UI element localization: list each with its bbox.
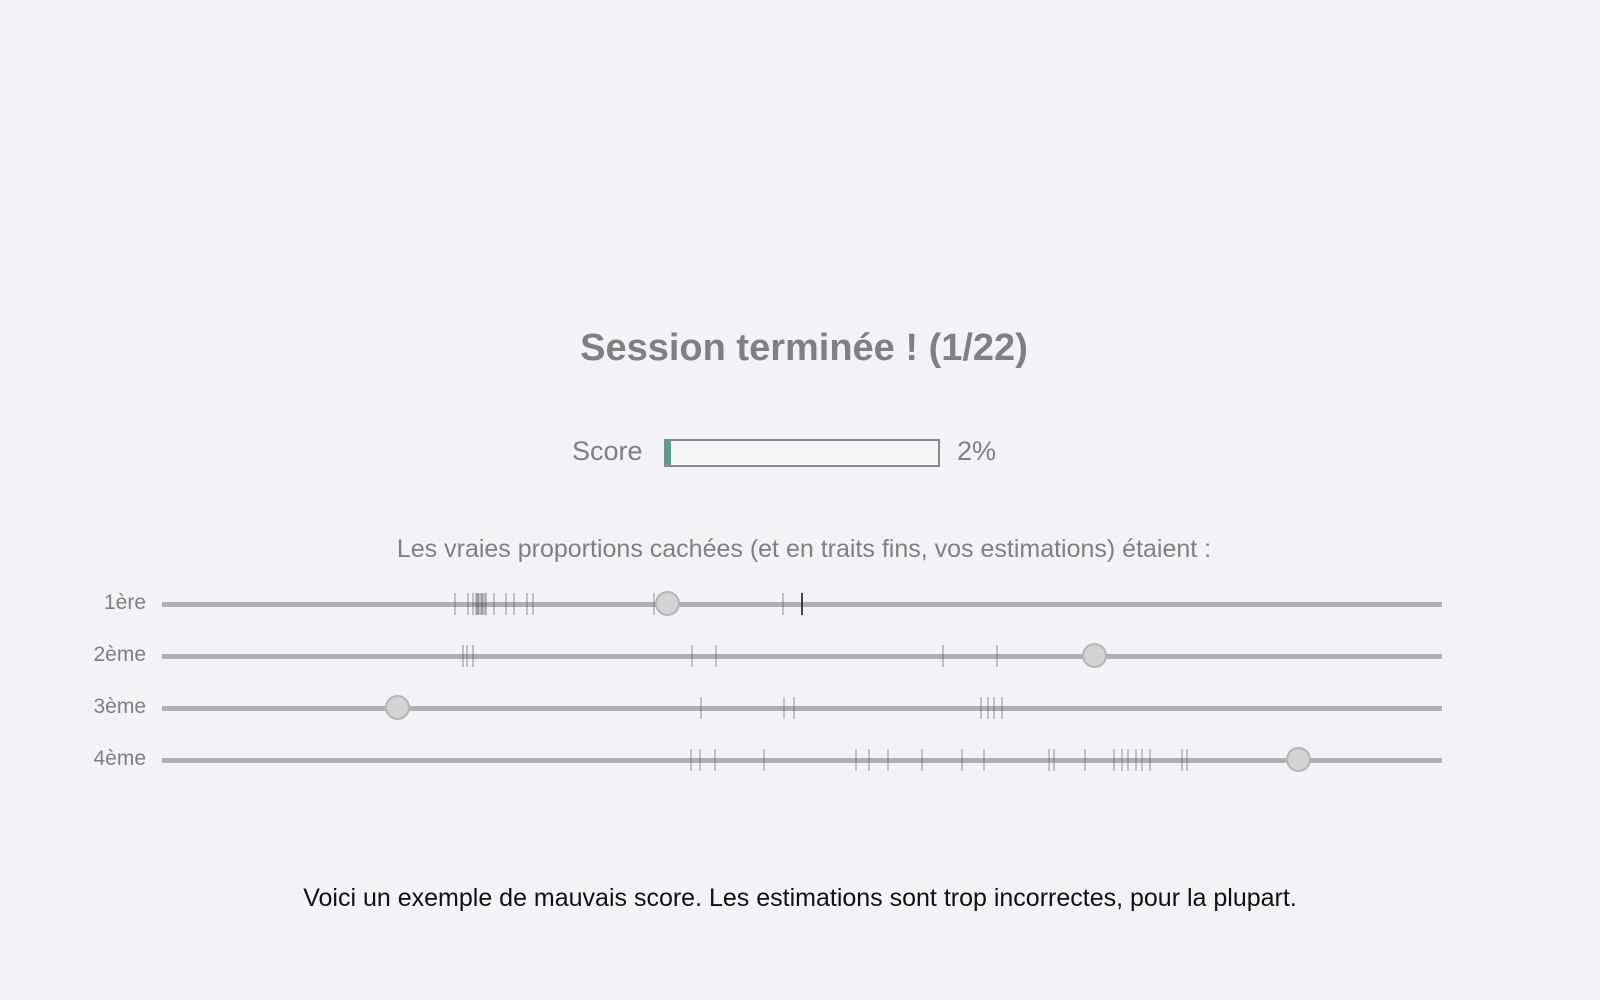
estimate-tick	[461, 645, 464, 667]
estimate-tick	[715, 645, 718, 667]
true-proportion-marker	[1082, 643, 1108, 668]
results-screen: Session terminée ! (1/22) Score 2% Les v…	[0, 0, 1600, 1000]
estimate-tick	[699, 697, 702, 719]
estimate-tick	[492, 593, 495, 615]
estimate-tick-highlight	[801, 593, 803, 615]
estimate-tick	[472, 645, 475, 667]
row-label: 2ème	[93, 643, 146, 666]
estimate-tick	[465, 645, 468, 667]
estimate-tick	[867, 749, 870, 771]
estimate-tick	[1000, 697, 1003, 719]
estimate-tick	[1048, 749, 1051, 771]
estimate-tick	[532, 593, 535, 615]
proportion-track	[162, 654, 1442, 659]
estimate-tick	[921, 749, 924, 771]
estimate-tick	[1149, 749, 1152, 771]
estimate-tick	[886, 749, 889, 771]
estimate-tick	[793, 697, 796, 719]
estimate-tick	[1113, 749, 1116, 771]
estimate-tick	[995, 645, 998, 667]
estimate-tick	[513, 593, 515, 615]
estimate-tick	[762, 749, 765, 771]
estimate-tick	[986, 697, 989, 719]
row-label: 1ère	[103, 591, 146, 614]
estimate-tick	[1121, 749, 1123, 771]
estimate-tick	[854, 749, 857, 771]
estimate-tick	[484, 593, 487, 615]
estimate-tick	[783, 697, 786, 719]
estimate-tick	[1083, 749, 1086, 771]
estimate-tick	[980, 697, 983, 719]
row-label: 4ème	[93, 747, 146, 770]
estimate-tick	[689, 749, 692, 771]
estimate-tick	[690, 645, 693, 667]
estimate-tick	[1135, 749, 1138, 771]
estimate-tick	[454, 593, 457, 615]
estimate-tick	[993, 697, 995, 719]
estimate-tick	[466, 593, 469, 615]
estimate-tick	[1127, 749, 1130, 771]
estimate-tick	[961, 749, 963, 771]
row-label: 3ème	[93, 695, 146, 718]
estimate-tick	[982, 749, 985, 771]
estimate-tick	[505, 593, 508, 615]
estimate-tick	[1186, 749, 1189, 771]
estimate-tick	[698, 749, 701, 771]
estimate-tick	[1053, 749, 1056, 771]
proportion-track	[162, 706, 1442, 711]
estimate-tick	[941, 645, 944, 667]
estimate-tick	[1141, 749, 1144, 771]
proportion-chart: 1ère 2ème 3ème 4ème	[0, 0, 1600, 1000]
true-proportion-marker	[1285, 747, 1311, 772]
estimate-tick	[781, 593, 784, 615]
estimate-tick	[525, 593, 528, 615]
footer-note: Voici un exemple de mauvais score. Les e…	[303, 884, 1297, 912]
estimate-tick	[1181, 749, 1184, 771]
estimate-tick	[713, 749, 716, 771]
true-proportion-marker	[654, 591, 680, 616]
proportion-track	[162, 758, 1442, 763]
true-proportion-marker	[384, 695, 410, 720]
